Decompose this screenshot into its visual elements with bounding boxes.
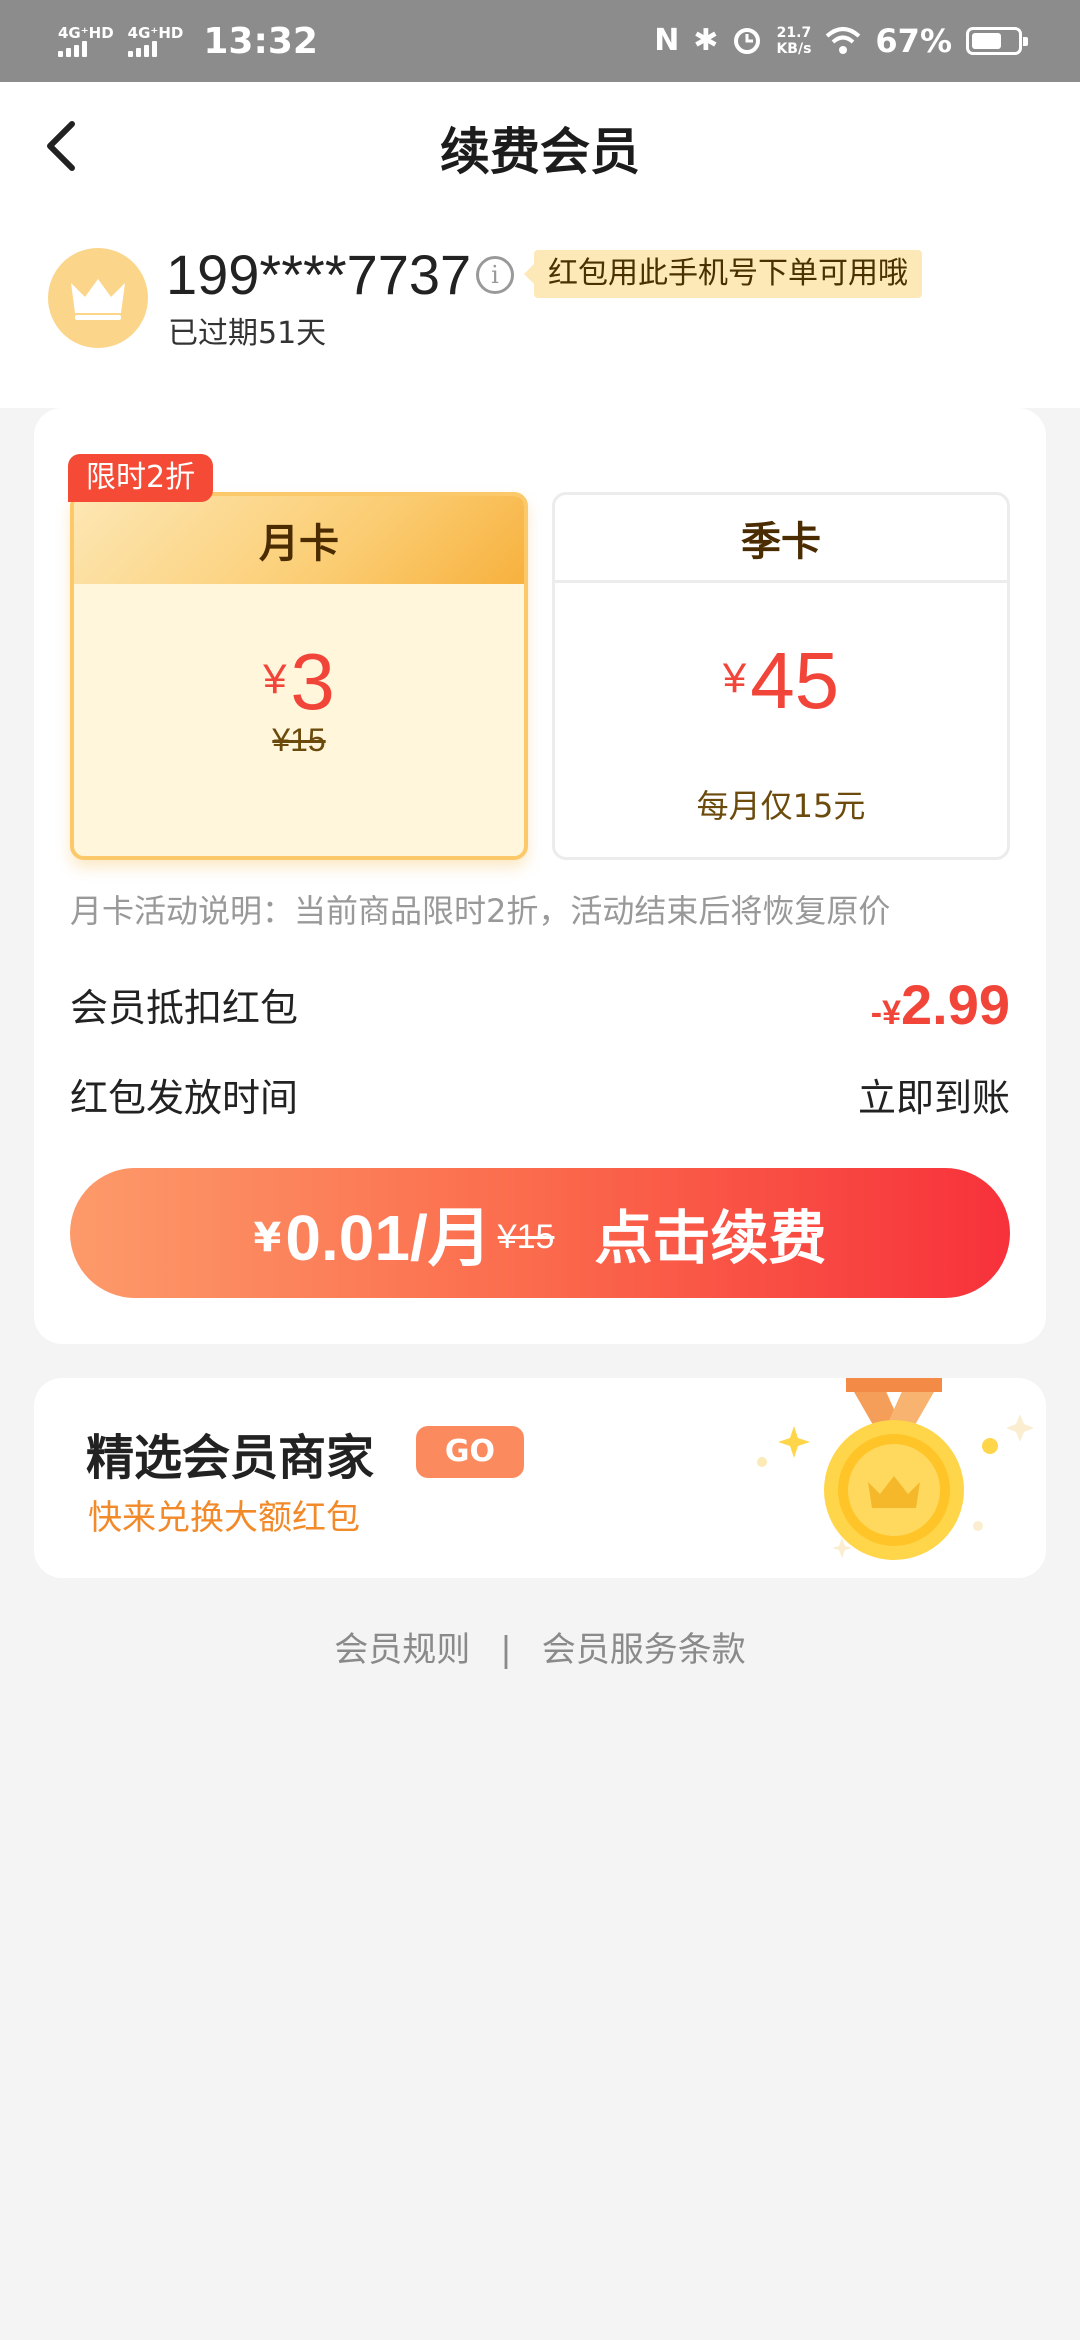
cta-price: 0.01/月 [285,1202,492,1274]
deduction-amount: -¥2.99 [871,972,1010,1037]
battery-percent: 67% [875,22,952,60]
net-speed-unit: KB/s [776,41,812,57]
service-terms-link[interactable]: 会员服务条款 [542,1630,746,1670]
footer-separator: | [500,1630,512,1670]
avatar [48,248,148,348]
currency-symbol: ¥ [253,1215,282,1261]
nfc-icon: N [654,23,680,58]
merchant-banner[interactable]: 精选会员商家 GO 快来兑换大额红包 [34,1378,1046,1578]
currency-symbol: ¥ [722,654,747,701]
phone-number: 199****7737 [166,243,472,306]
merchant-subtitle: 快来兑换大额红包 [88,1498,360,1538]
status-bar: 4G⁺HD 4G⁺HD 13:32 N ✱ 21.7 KB/s 67% [0,0,1080,82]
discount-badge: 限时2折 [68,454,214,502]
payout-row: 红包发放时间 立即到账 [70,1064,1010,1124]
plan-price: ¥3 [74,636,524,728]
wifi-icon [826,27,861,54]
deduction-value: 2.99 [901,972,1010,1036]
renew-button[interactable]: ¥ 0.01/月 ¥15 点击续费 [70,1168,1010,1298]
plan-name: 月卡 [74,496,524,584]
merchant-title: 精选会员商家 [86,1430,375,1486]
status-right: N ✱ 21.7 KB/s 67% [654,0,1028,82]
signal-2: 4G⁺HD [127,24,184,57]
medal-icon [757,1378,1034,1560]
currency-symbol: ¥ [882,993,901,1032]
currency-symbol: ¥ [263,655,287,702]
payout-label: 红包发放时间 [70,1075,299,1120]
cta-original-price: ¥15 [497,1217,555,1256]
member-rules-link[interactable]: 会员规则 [334,1630,470,1670]
deduction-row: 会员抵扣红包 -¥2.99 [70,972,1010,1037]
footer-links: 会员规则 | 会员服务条款 [0,1622,1080,1671]
signal-1: 4G⁺HD [58,25,114,57]
original-price: ¥15 [272,722,326,758]
app-header: 续费会员 [0,82,1080,212]
status-left: 4G⁺HD 4G⁺HD 13:32 [58,0,318,82]
price-value: 3 [290,637,335,726]
plan-name: 季卡 [555,495,1007,583]
crown-icon [71,279,125,320]
network-label-1: 4G⁺HD [58,24,114,42]
payout-value: 立即到账 [857,1075,1010,1120]
phone-tip-bubble: 红包用此手机号下单可用哦 [524,250,922,298]
go-button[interactable]: GO [416,1426,524,1478]
deduction-prefix: - [870,993,883,1032]
price-value: 45 [750,636,840,725]
battery-icon [966,27,1028,55]
network-label-2: 4G⁺HD [127,24,184,42]
signal-bars-icon [58,41,87,57]
user-info: 199****7737 i 红包用此手机号下单可用哦 已过期51天 [0,212,1080,408]
plan-monthly[interactable]: 月卡 ¥3 ¥15 [70,492,528,860]
renewal-card: 限时2折 月卡 ¥3 ¥15 季卡 ¥45 每月仅15元 月卡活动说明：当前商品… [34,408,1046,1344]
deduction-label: 会员抵扣红包 [70,985,299,1030]
signal-bars-icon [127,41,157,57]
alarm-icon [734,28,761,54]
bluetooth-icon: ✱ [693,23,719,58]
net-speed-value: 21.7 [776,25,812,41]
plan-note: 每月仅15元 [696,787,866,825]
cta-label: 点击续费 [594,1204,827,1272]
page-title: 续费会员 [440,123,640,181]
promo-description: 月卡活动说明：当前商品限时2折，活动结束后将恢复原价 [70,892,891,930]
battery-fill [972,33,1001,49]
clock: 13:32 [203,20,318,62]
info-icon[interactable]: i [476,256,514,294]
net-speed: 21.7 KB/s [776,25,811,57]
plan-price: ¥45 [555,635,1007,727]
plan-quarterly[interactable]: 季卡 ¥45 每月仅15元 [552,492,1010,860]
membership-status: 已过期51天 [168,316,327,351]
